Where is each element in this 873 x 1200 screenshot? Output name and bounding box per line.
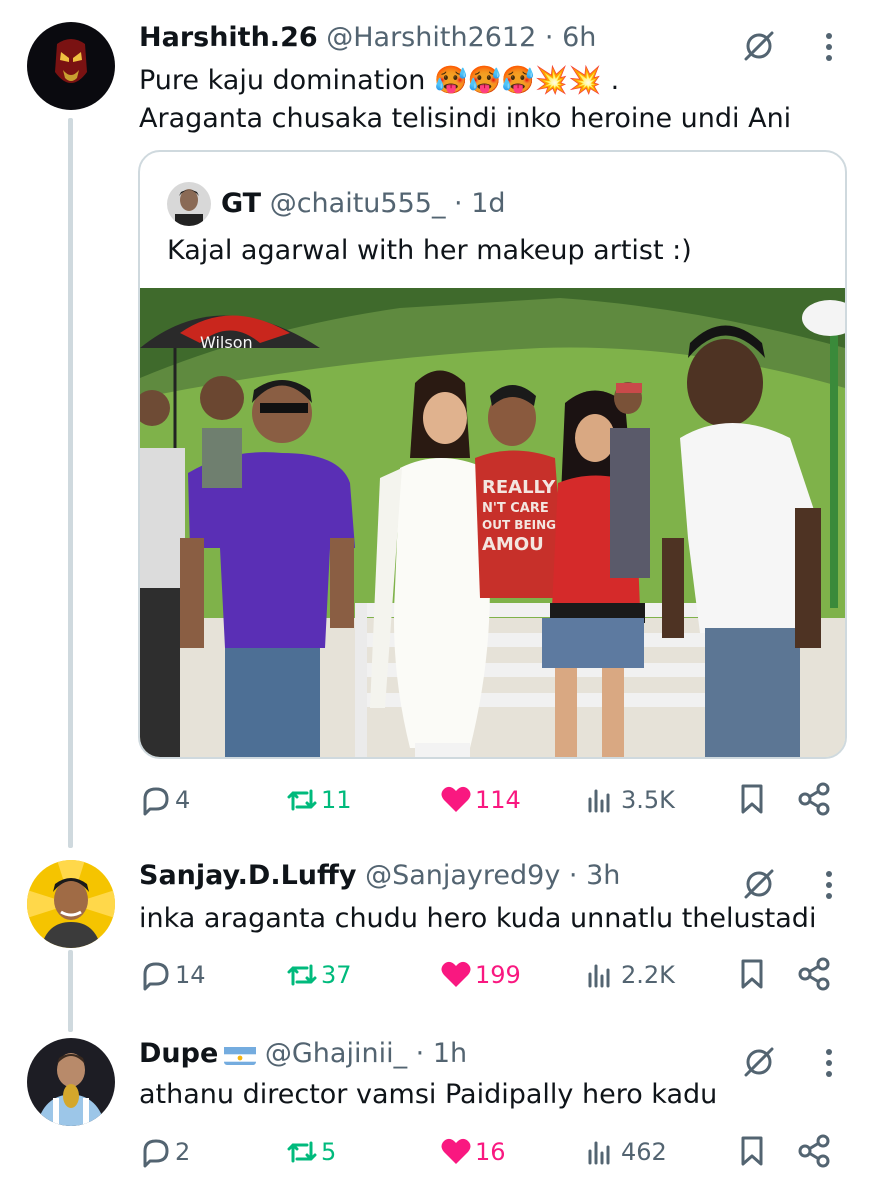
repost-count: 5 [321,1138,337,1166]
views-button[interactable]: 462 [585,1132,667,1172]
quoted-tweet[interactable]: GT @chaitu555_ · 1d Kajal agarwal with h… [138,150,847,759]
reply-count: 14 [175,961,206,989]
avatar[interactable] [27,1038,115,1126]
tweet-text-line: Pure kaju domination 🥵🥵🥵💥💥 . [139,65,620,96]
shirt-text: REALLY [482,477,556,498]
tweet-actions: 14 37 199 2.2K [139,955,839,995]
shirt-text: OUT BEING [482,518,556,532]
quoted-tweet-text: Kajal agarwal with her makeup artist :) [167,235,692,266]
views-count: 462 [621,1138,667,1166]
grok-icon[interactable] [741,1044,777,1080]
separator-dot: · [568,860,578,891]
bookmark-icon[interactable] [735,782,769,816]
tweet-text-line: Araganta chusaka telisindi inko heroine … [139,103,792,134]
repost-icon [287,964,317,986]
reply-icon [143,787,169,816]
share-icon[interactable] [797,957,831,991]
reply-icon [143,962,169,991]
display-name[interactable]: Dupe [139,1038,218,1069]
like-icon [441,1138,471,1164]
display-name[interactable]: GT [221,186,261,222]
tweet-actions: 2 5 16 462 [139,1132,839,1172]
reply-button[interactable]: 14 [139,955,206,995]
repost-icon [287,789,317,811]
tweet[interactable]: Sanjay.D.Luffy @Sanjayred9y · 3h inka ar… [0,858,873,1018]
separator-dot: · [454,188,463,219]
timestamp[interactable]: 1d [471,186,505,222]
user-handle[interactable]: @Ghajinii_ [265,1038,407,1069]
views-icon [588,789,610,813]
repost-button[interactable]: 5 [285,1132,336,1172]
more-icon[interactable] [825,32,833,62]
grok-icon[interactable] [741,866,777,902]
like-count: 199 [475,961,521,989]
repost-button[interactable]: 11 [285,780,352,820]
separator-dot: · [544,22,554,53]
tweet-header: Sanjay.D.Luffy @Sanjayred9y · 3h [139,858,620,894]
user-handle[interactable]: @chaitu555_ [270,186,446,222]
reply-count: 2 [175,1138,191,1166]
reply-icon [143,1139,169,1168]
timestamp[interactable]: 6h [562,22,596,53]
quoted-tweet-header: GT @chaitu555_ · 1d [167,182,506,226]
display-name[interactable]: Harshith.26 [139,22,318,53]
like-button[interactable]: 16 [439,1132,506,1172]
separator-dot: · [415,1038,425,1069]
tweet-text: inka araganta chudu hero kuda unnatlu th… [139,903,817,934]
views-icon [588,964,610,988]
user-handle[interactable]: @Sanjayred9y [365,860,560,891]
tweet-photo[interactable]: Wilson REALLY N'T CARE OUT BEING AMOU [140,288,845,757]
bookmark-icon[interactable] [735,957,769,991]
display-name[interactable]: Sanjay.D.Luffy [139,860,356,891]
more-icon[interactable] [825,1048,833,1078]
tweet-header: Harshith.26 @Harshith2612 · 6h [139,20,596,56]
grok-icon[interactable] [741,28,777,64]
repost-count: 37 [321,961,352,989]
user-handle[interactable]: @Harshith2612 [326,22,536,53]
reply-button[interactable]: 4 [139,780,190,820]
like-count: 16 [475,1138,506,1166]
bookmark-icon[interactable] [735,1134,769,1168]
views-button[interactable]: 3.5K [585,780,675,820]
timestamp[interactable]: 3h [586,860,620,891]
tweet-header: Dupe @Ghajinii_ · 1h [139,1036,467,1072]
reply-count: 4 [175,786,191,814]
shirt-text: N'T CARE [482,501,549,516]
tweet-actions: 4 11 114 3.5K [139,780,839,820]
views-count: 3.5K [621,786,675,814]
umbrella-logo-text: Wilson [200,333,253,352]
repost-icon [287,1141,317,1163]
more-icon[interactable] [825,870,833,900]
like-icon [441,961,471,987]
argentina-flag-icon [224,1043,257,1065]
views-button[interactable]: 2.2K [585,955,675,995]
timestamp[interactable]: 1h [433,1038,467,1069]
like-icon [441,786,471,812]
like-button[interactable]: 114 [439,780,521,820]
tweet[interactable]: Harshith.26 @Harshith2612 · 6h Pure kaju… [0,20,873,830]
views-count: 2.2K [621,961,675,989]
repost-count: 11 [321,786,352,814]
tweet-text: athanu director vamsi Paidipally hero ka… [139,1079,718,1110]
like-button[interactable]: 199 [439,955,521,995]
share-icon[interactable] [797,1134,831,1168]
like-count: 114 [475,786,521,814]
views-icon [588,1141,610,1165]
reply-button[interactable]: 2 [139,1132,190,1172]
repost-button[interactable]: 37 [285,955,352,995]
avatar[interactable] [167,182,211,226]
avatar[interactable] [27,860,115,948]
tweet[interactable]: Dupe @Ghajinii_ · 1h athanu director vam… [0,1036,873,1196]
avatar[interactable] [27,22,115,110]
shirt-text: AMOU [482,534,544,555]
share-icon[interactable] [797,782,831,816]
